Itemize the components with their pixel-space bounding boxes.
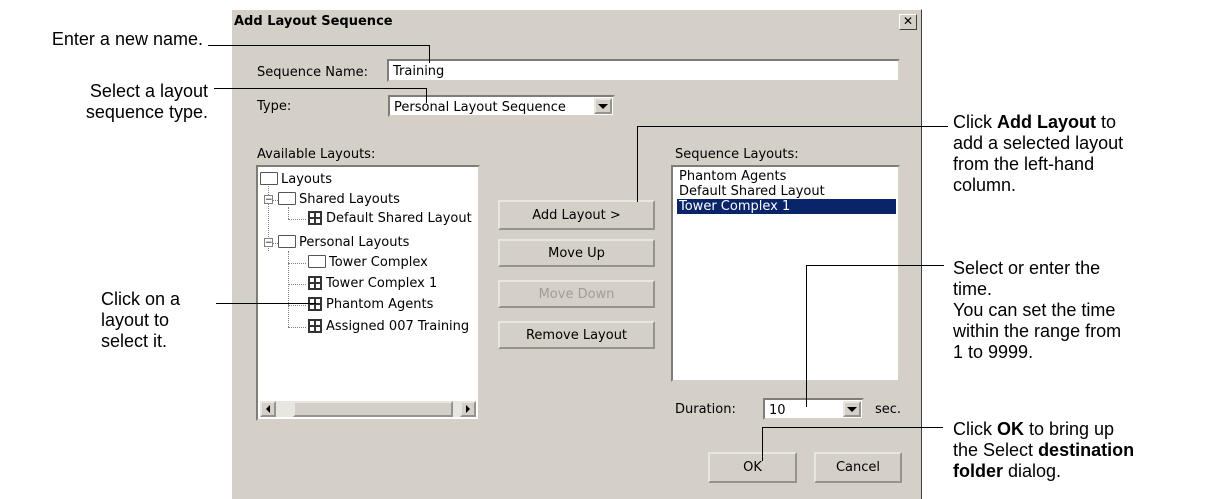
annotation-select-type: Select a layout sequence type. (85, 81, 208, 122)
chevron-down-icon[interactable] (594, 98, 612, 114)
list-item-selected[interactable]: Tower Complex 1 (677, 199, 896, 214)
callout-line (762, 427, 763, 461)
dialog-title: Add Layout Sequence (234, 14, 393, 29)
sequence-layouts-label: Sequence Layouts: (675, 147, 799, 162)
available-layouts-tree[interactable]: Layouts − Shared Layouts Default Shared … (256, 165, 480, 421)
callout-line (637, 126, 638, 202)
folder-icon (278, 235, 296, 248)
annotation-ok: Click OK to bring up the Select destinat… (953, 419, 1135, 481)
callout-line (214, 88, 426, 89)
duration-label: Duration: (675, 402, 736, 417)
callout-line (806, 265, 807, 407)
sequence-layouts-list[interactable]: Phantom Agents Default Shared Layout Tow… (671, 165, 900, 382)
tree-node-default-shared-layout[interactable]: Default Shared Layout (308, 210, 472, 228)
callout-line (762, 427, 943, 428)
folder-icon (308, 255, 326, 268)
type-select[interactable]: Personal Layout Sequence (388, 95, 615, 117)
callout-line (208, 45, 430, 46)
close-button[interactable]: ✕ (899, 14, 917, 30)
horizontal-scrollbar[interactable] (260, 401, 476, 417)
callout-line (426, 88, 427, 103)
annotation-click-layout: Click on a layout to select it. (101, 289, 181, 351)
available-layouts-label: Available Layouts: (257, 147, 376, 162)
annotation-add-layout: Click Add Layout to add a selected layou… (953, 112, 1124, 195)
add-layout-button[interactable]: Add Layout > (498, 200, 655, 230)
callout-line (806, 265, 944, 266)
annotation-enter-name: Enter a new name. (51, 29, 203, 49)
move-down-button[interactable]: Move Down (498, 280, 655, 308)
layout-icon (308, 275, 322, 290)
collapse-icon[interactable]: − (264, 195, 273, 205)
layout-icon (308, 318, 322, 333)
annotation-duration: Select or enter the time. You can set th… (953, 258, 1122, 362)
ok-button[interactable]: OK (708, 452, 797, 483)
tree-node-phantom-agents[interactable]: Phantom Agents (308, 296, 433, 314)
chevron-down-icon[interactable] (843, 401, 861, 417)
callout-line (216, 303, 316, 304)
scroll-right-icon[interactable] (460, 401, 476, 417)
callout-line (637, 126, 948, 127)
tree-node-shared-layouts[interactable]: Shared Layouts (278, 191, 400, 209)
move-up-button[interactable]: Move Up (498, 239, 655, 267)
sequence-name-label: Sequence Name: (257, 65, 368, 80)
scroll-left-icon[interactable] (260, 401, 276, 417)
tree-node-tower-complex-1[interactable]: Tower Complex 1 (308, 275, 437, 293)
tree-node-tower-complex[interactable]: Tower Complex (308, 254, 428, 272)
tree-node-layouts[interactable]: Layouts (260, 171, 332, 189)
folder-icon (260, 172, 278, 185)
folder-icon (278, 192, 296, 205)
duration-unit: sec. (875, 402, 902, 417)
list-item[interactable]: Default Shared Layout (677, 184, 896, 199)
sequence-name-input[interactable]: Training (387, 59, 900, 82)
title-bar: Add Layout Sequence ✕ (232, 10, 921, 34)
layout-icon (308, 210, 322, 225)
remove-layout-button[interactable]: Remove Layout (498, 321, 655, 349)
duration-combobox[interactable]: 10 (763, 398, 864, 420)
tree-node-personal-layouts[interactable]: Personal Layouts (278, 234, 409, 252)
tree-node-assigned-007-training[interactable]: Assigned 007 Training (308, 318, 469, 336)
cancel-button[interactable]: Cancel (814, 452, 902, 483)
list-item[interactable]: Phantom Agents (677, 169, 896, 184)
callout-line (429, 45, 430, 63)
add-layout-sequence-dialog: Add Layout Sequence ✕ Sequence Name: Tra… (231, 9, 922, 499)
collapse-icon[interactable]: − (264, 238, 273, 248)
type-label: Type: (257, 99, 292, 114)
scroll-thumb[interactable] (293, 401, 453, 417)
